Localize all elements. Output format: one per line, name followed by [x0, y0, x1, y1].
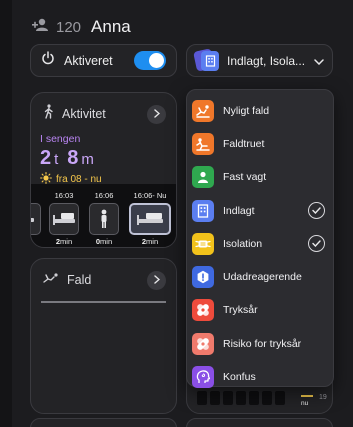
walking-icon	[43, 104, 54, 124]
status-label: Indlagt, Isola...	[227, 53, 306, 68]
person-icon	[192, 166, 214, 189]
option-label: Isolation	[223, 237, 263, 250]
activity-card[interactable]: Aktivitet I sengen 2 t 8 m fra 08 - nu 1…	[30, 92, 177, 248]
next-card-stub	[30, 418, 177, 427]
standing-person-icon	[89, 203, 119, 235]
activity-timeline[interactable]: 16:03 2min 16:06 0min 16:06- Nu 2min	[31, 184, 176, 247]
option-label: Faldtruet	[223, 137, 265, 150]
timeline-item-selected[interactable]: 16:06- Nu 2min	[128, 184, 172, 247]
left-edge-strip	[0, 0, 12, 427]
option-label: Udadreagerende	[223, 271, 302, 284]
checkmark-icon	[308, 235, 325, 253]
alert-icon	[192, 266, 214, 289]
resident-name: Anna	[91, 17, 131, 36]
resident-count: 120	[56, 18, 82, 36]
mini-chart-now-label: nu	[301, 400, 309, 407]
mask-icon	[192, 232, 214, 255]
fall-icon	[43, 271, 59, 289]
fall-title: Fald	[67, 273, 92, 287]
person-add-icon[interactable]	[32, 18, 50, 37]
fall-timeline-bar	[41, 301, 166, 303]
option-label: Indlagt	[223, 204, 255, 217]
timeline-item[interactable]: 16:06 0min	[87, 184, 121, 247]
activity-state: I sengen	[40, 133, 81, 145]
status-option-recent-fall[interactable]: Nyligt fald	[187, 94, 333, 127]
activity-title: Aktivitet	[62, 107, 106, 121]
status-option-confused[interactable]: Konfus	[187, 360, 333, 393]
timeline-duration: 2min	[55, 237, 73, 246]
status-option-fall-risk[interactable]: Faldtruet	[187, 127, 333, 160]
chevron-right-icon	[153, 271, 160, 289]
status-icon-stack	[193, 47, 221, 73]
timeline-duration: 0min	[95, 237, 113, 246]
power-icon	[41, 51, 55, 70]
timeline-time: 16:06- Nu	[133, 191, 167, 200]
bed-icon	[31, 203, 41, 235]
bandage-risk-icon	[192, 332, 214, 355]
timeline-item[interactable]	[31, 184, 41, 247]
resident-header: 120 Anna	[32, 14, 131, 40]
chevron-right-icon	[153, 105, 160, 123]
activity-open-button[interactable]	[147, 104, 166, 124]
timeline-time: 16:06	[94, 191, 114, 200]
building-icon	[201, 50, 219, 71]
next-card-stub	[186, 418, 333, 427]
duration-minutes: 8	[67, 147, 79, 169]
status-option-admitted[interactable]: Indlagt	[187, 194, 333, 227]
activated-label: Aktiveret	[64, 53, 113, 68]
checkmark-icon	[308, 202, 325, 220]
fall-icon	[192, 99, 214, 122]
timeline-duration: 2min	[141, 237, 159, 246]
status-option-aggressive[interactable]: Udadreagerende	[187, 260, 333, 293]
activated-toggle-card[interactable]: Aktiveret	[30, 44, 177, 77]
status-dropdown-menu[interactable]: Nyligt fald Faldtruet Fast vagt Indlagt …	[186, 89, 334, 389]
status-option-pressure-ulcer-risk[interactable]: Risiko for tryksår	[187, 327, 333, 360]
building-icon	[192, 199, 214, 222]
fall-open-button[interactable]	[147, 270, 166, 290]
option-label: Nyligt fald	[223, 104, 270, 117]
option-label: Tryksår	[223, 304, 258, 317]
option-label: Fast vagt	[223, 171, 267, 184]
activated-switch[interactable]	[134, 51, 166, 70]
timeline-time: 16:03	[54, 191, 74, 200]
status-option-pressure-ulcer[interactable]: Tryksår	[187, 294, 333, 327]
bed-ude-icon	[129, 203, 171, 235]
timeline-item[interactable]: 16:03 2min	[47, 184, 81, 247]
duration-hours: 2	[40, 147, 52, 169]
chevron-down-icon	[314, 52, 324, 70]
bed-wc-icon	[49, 203, 79, 235]
confused-head-icon	[192, 366, 214, 389]
activity-duration: 2 t 8 m	[31, 145, 176, 170]
fall-card[interactable]: Fald	[30, 258, 177, 414]
option-label: Konfus	[223, 371, 256, 384]
status-option-isolation[interactable]: Isolation	[187, 227, 333, 260]
status-selector[interactable]: Indlagt, Isola...	[186, 44, 333, 77]
fall-risk-icon	[192, 132, 214, 155]
duration-hours-unit: t	[54, 151, 59, 168]
duration-minutes-unit: m	[81, 151, 94, 168]
option-label: Risiko for tryksår	[223, 337, 302, 350]
status-option-fixed-guard[interactable]: Fast vagt	[187, 161, 333, 194]
bandage-icon	[192, 299, 214, 322]
mini-chart-value: 19	[319, 394, 327, 401]
